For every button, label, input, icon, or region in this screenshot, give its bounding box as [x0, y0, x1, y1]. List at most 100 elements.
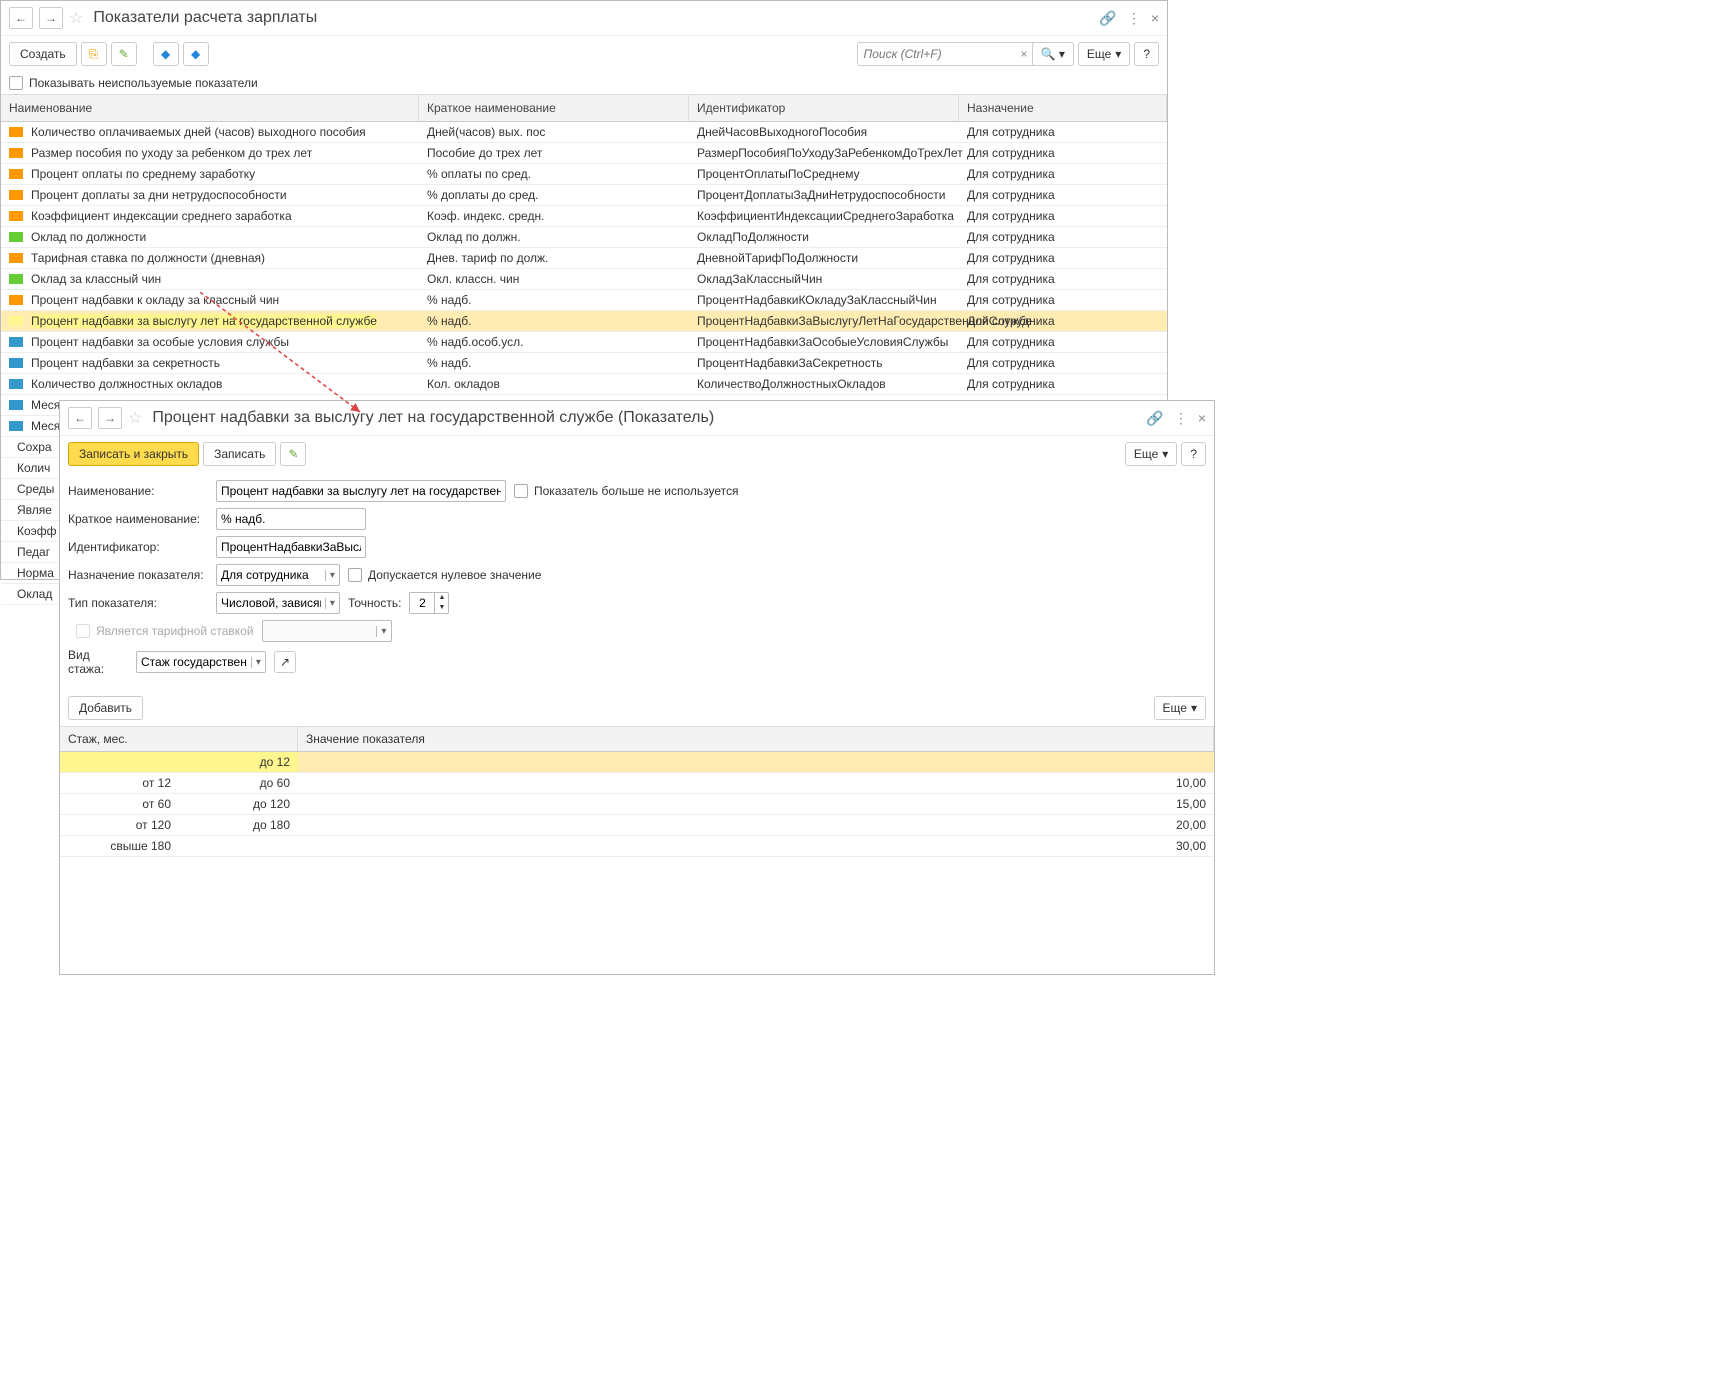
row-name: Процент оплаты по среднему заработку	[31, 167, 255, 181]
add-button[interactable]: Добавить	[68, 696, 143, 720]
precision-spinner[interactable]: ▲▼	[409, 592, 449, 614]
help-button[interactable]: ?	[1134, 42, 1159, 66]
detail-table-row[interactable]: свыше 18030,00	[60, 836, 1214, 857]
detail-table-row[interactable]: от 12до 6010,00	[60, 773, 1214, 794]
main-table-header: Наименование Краткое наименование Иденти…	[1, 94, 1167, 122]
chevron-down-icon[interactable]: ▾	[251, 657, 265, 668]
row-name: Колич	[17, 461, 50, 475]
row-icon	[9, 421, 23, 431]
detail-window: ← → ☆ Процент надбавки за выслугу лет на…	[59, 400, 1215, 975]
detail-table-row[interactable]: до 12	[60, 752, 1214, 773]
col-header-short[interactable]: Краткое наименование	[419, 95, 689, 121]
spinner-down-icon[interactable]: ▼	[435, 603, 448, 613]
row-icon	[9, 253, 23, 263]
row-assign: Для сотрудника	[959, 227, 1167, 247]
allow-zero-checkbox[interactable]	[348, 568, 362, 582]
row-icon	[9, 232, 23, 242]
row-id: ПроцентНадбавкиКОкладуЗаКлассныйЧин	[689, 290, 959, 310]
detail-help-button[interactable]: ?	[1181, 442, 1206, 466]
row-name: Процент надбавки за секретность	[31, 356, 220, 370]
select-type[interactable]: ▾	[216, 592, 340, 614]
detail-table-row[interactable]: от 120до 18020,00	[60, 815, 1214, 836]
search-clear-icon[interactable]: ×	[1021, 47, 1028, 61]
save-button[interactable]: Записать	[203, 442, 276, 466]
select-assign[interactable]: ▾	[216, 564, 340, 586]
copy-button[interactable]: ⎘	[81, 42, 107, 66]
nav-back-button[interactable]: ←	[9, 7, 33, 29]
detail-nav-forward-button[interactable]: →	[98, 407, 122, 429]
not-used-checkbox[interactable]	[514, 484, 528, 498]
save-close-button[interactable]: Записать и закрыть	[68, 442, 199, 466]
col-header-id[interactable]: Идентификатор	[689, 95, 959, 121]
detail-close-icon[interactable]: ×	[1198, 410, 1206, 426]
detail-more-button[interactable]: Еще ▾	[1125, 442, 1177, 466]
label-precision: Точность:	[348, 596, 401, 610]
select-stage-kind[interactable]: ▾	[136, 651, 266, 673]
input-id[interactable]	[216, 536, 366, 558]
row-short: Днев. тариф по долж.	[419, 248, 689, 268]
detail-table-more-button[interactable]: Еще ▾	[1154, 696, 1206, 720]
table-row[interactable]: Размер пособия по уходу за ребенком до т…	[1, 143, 1167, 164]
dcol-header-stage[interactable]: Стаж, мес.	[60, 727, 298, 751]
detail-menu-icon[interactable]: ⋮	[1174, 410, 1188, 427]
row-assign: Для сотрудника	[959, 206, 1167, 226]
spinner-up-icon[interactable]: ▲	[435, 593, 448, 603]
open-button[interactable]: ↗	[274, 651, 296, 673]
search-input[interactable]	[857, 42, 1037, 66]
dcol-header-value[interactable]: Значение показателя	[298, 727, 1214, 751]
detail-nav-back-button[interactable]: ←	[68, 407, 92, 429]
chevron-down-icon[interactable]: ▾	[325, 598, 339, 609]
table-row[interactable]: Коэффициент индексации среднего заработк…	[1, 206, 1167, 227]
search-button[interactable]: 🔍 ▾	[1032, 42, 1074, 66]
row-icon	[9, 274, 23, 284]
row-name: Процент доплаты за дни нетрудоспособност…	[31, 188, 287, 202]
favorite-star-icon[interactable]: ☆	[69, 8, 83, 28]
more-button[interactable]: Еще ▾	[1078, 42, 1130, 66]
up-button[interactable]: ◆	[153, 42, 179, 66]
row-short: Коэф. индекс. средн.	[419, 206, 689, 226]
row-assign: Для сотрудника	[959, 311, 1167, 331]
stage-to: до 60	[179, 773, 298, 793]
table-row[interactable]: Процент надбавки к окладу за классный чи…	[1, 290, 1167, 311]
detail-link-icon[interactable]: 🔗	[1146, 410, 1163, 427]
stage-value	[298, 752, 1214, 772]
input-short[interactable]	[216, 508, 366, 530]
close-icon[interactable]: ×	[1151, 10, 1159, 26]
table-row[interactable]: Процент доплаты за дни нетрудоспособност…	[1, 185, 1167, 206]
chevron-down-icon[interactable]: ▾	[325, 570, 339, 581]
stage-to	[179, 836, 298, 856]
nav-forward-button[interactable]: →	[39, 7, 63, 29]
down-button[interactable]: ◆	[183, 42, 209, 66]
row-id: ДнейЧасовВыходногоПособия	[689, 122, 959, 142]
input-name[interactable]	[216, 480, 506, 502]
row-id: ПроцентНадбавкиЗаОсобыеУсловияСлужбы	[689, 332, 959, 352]
row-id: КоэффициентИндексацииСреднегоЗаработка	[689, 206, 959, 226]
table-row[interactable]: Процент надбавки за секретность % надб. …	[1, 353, 1167, 374]
menu-icon[interactable]: ⋮	[1127, 10, 1141, 27]
table-row[interactable]: Количество оплачиваемых дней (часов) вых…	[1, 122, 1167, 143]
edit-button[interactable]: ✎	[111, 42, 137, 66]
table-row[interactable]: Количество должностных окладов Кол. окла…	[1, 374, 1167, 395]
table-row[interactable]: Оклад за классный чин Окл. классн. чин О…	[1, 269, 1167, 290]
row-id: ОкладЗаКлассныйЧин	[689, 269, 959, 289]
stage-to: до 120	[179, 794, 298, 814]
table-row[interactable]: Оклад по должности Оклад по должн. Оклад…	[1, 227, 1167, 248]
link-icon[interactable]: 🔗	[1099, 10, 1116, 27]
row-name: Оклад за классный чин	[31, 272, 161, 286]
create-button[interactable]: Создать	[9, 42, 77, 66]
detail-edit-button[interactable]: ✎	[280, 442, 306, 466]
table-row[interactable]: Процент надбавки за выслугу лет на госуд…	[1, 311, 1167, 332]
col-header-assign[interactable]: Назначение	[959, 95, 1167, 121]
table-row[interactable]: Процент надбавки за особые условия служб…	[1, 332, 1167, 353]
stage-to: до 12	[179, 752, 298, 772]
detail-table-row[interactable]: от 60до 12015,00	[60, 794, 1214, 815]
row-icon	[9, 358, 23, 368]
show-unused-checkbox[interactable]	[9, 76, 23, 90]
col-header-name[interactable]: Наименование	[1, 95, 419, 121]
search-box: × 🔍 ▾ Еще ▾ ?	[857, 42, 1159, 66]
detail-favorite-icon[interactable]: ☆	[128, 408, 142, 428]
table-row[interactable]: Процент оплаты по среднему заработку % о…	[1, 164, 1167, 185]
table-row[interactable]: Тарифная ставка по должности (дневная) Д…	[1, 248, 1167, 269]
show-unused-label: Показывать неиспользуемые показатели	[29, 76, 258, 90]
label-not-used: Показатель больше не используется	[534, 484, 739, 498]
